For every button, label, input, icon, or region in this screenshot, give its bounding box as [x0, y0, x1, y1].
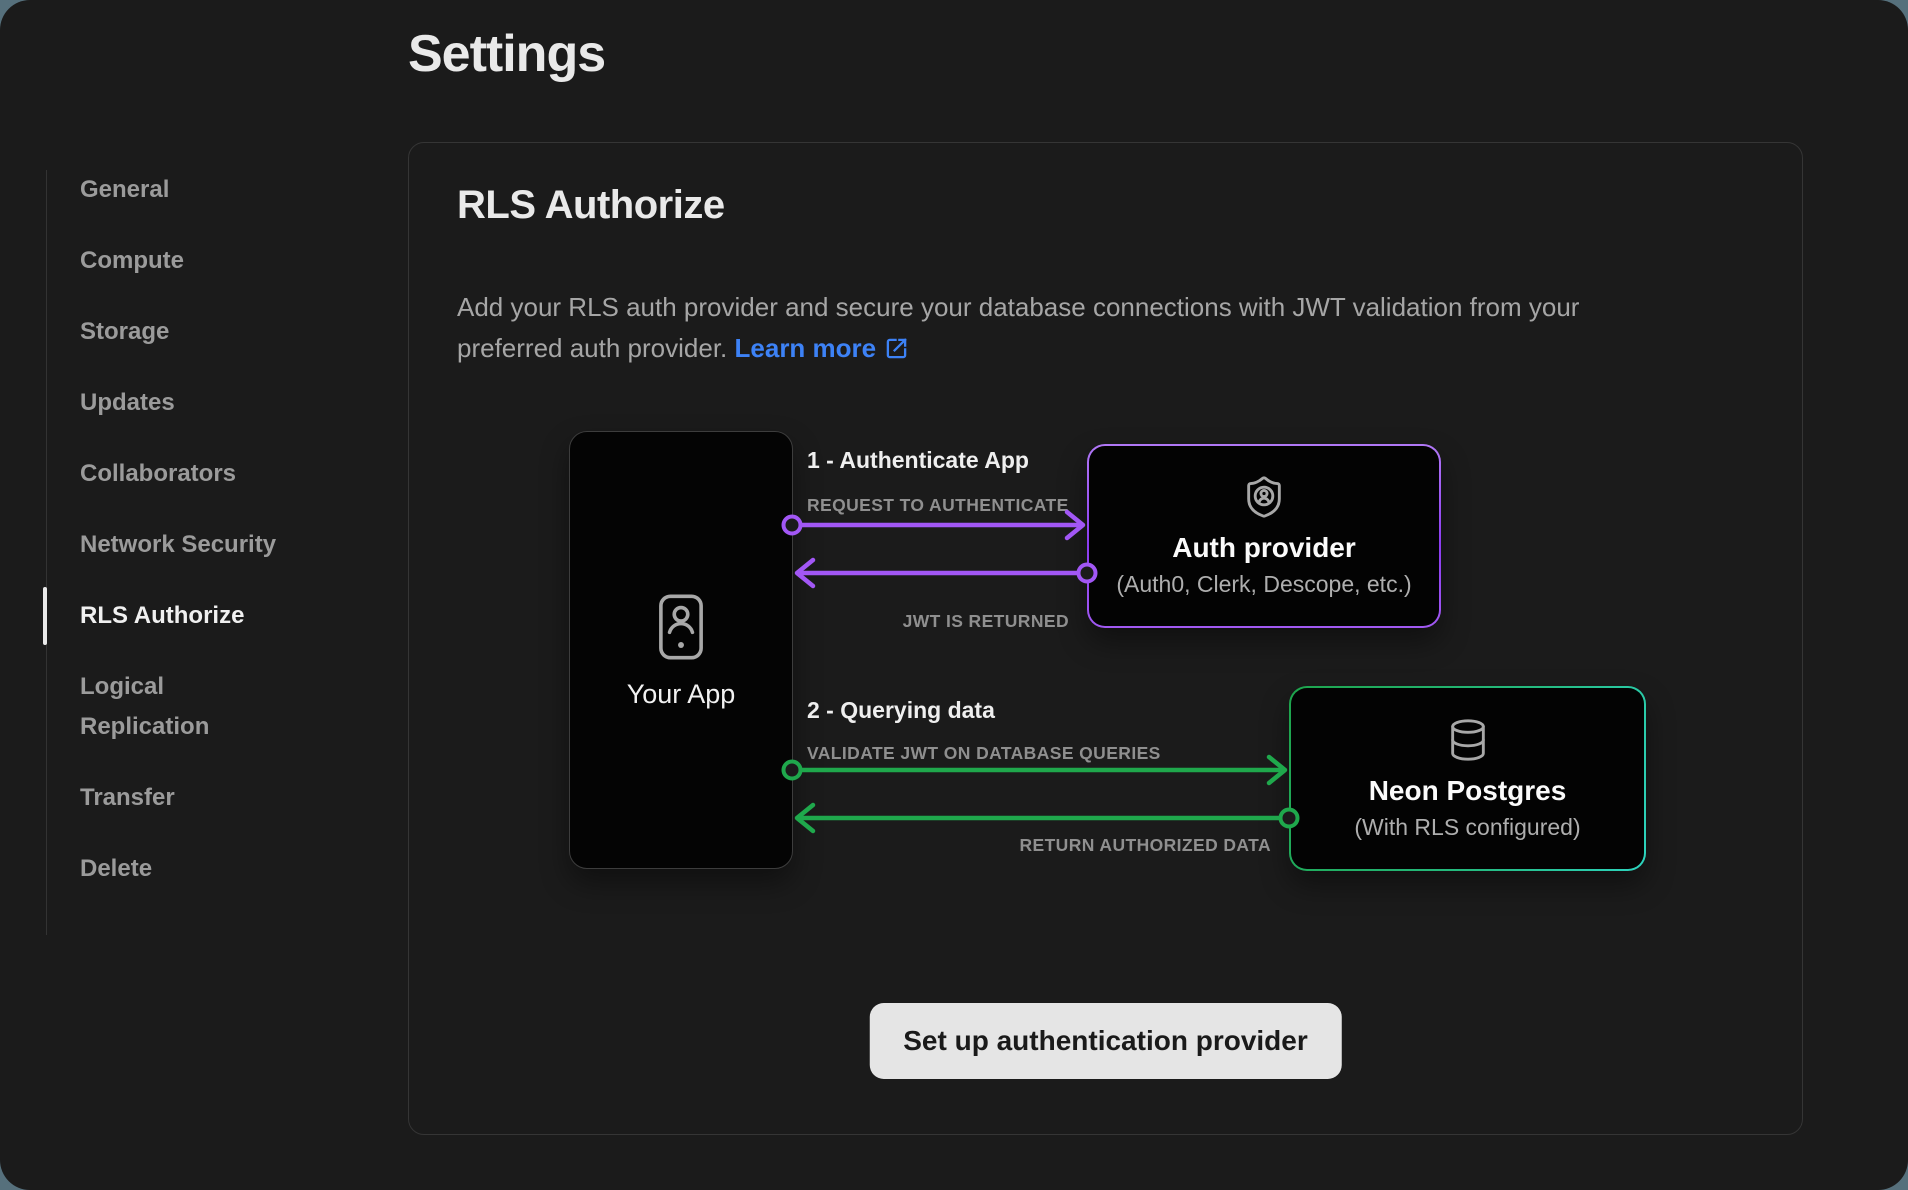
sidebar-item-compute[interactable]: Compute [80, 241, 298, 281]
setup-auth-provider-button[interactable]: Set up authentication provider [869, 1003, 1341, 1079]
card-description: Add your RLS auth provider and secure yo… [457, 287, 1579, 369]
smartphone-user-icon [655, 591, 707, 663]
neon-postgres-title: Neon Postgres [1369, 775, 1567, 807]
page-title: Settings [408, 24, 605, 84]
flow2-request-label: VALIDATE JWT ON DATABASE QUERIES [807, 743, 1161, 764]
sidebar-item-transfer[interactable]: Transfer [80, 778, 298, 818]
settings-panel: Settings General Compute Storage Updates… [0, 0, 1908, 1190]
flow2-return-arrow [797, 805, 1298, 831]
auth-provider-subtitle: (Auth0, Clerk, Descope, etc.) [1116, 571, 1411, 598]
auth-provider-title: Auth provider [1172, 532, 1356, 564]
learn-more-label: Learn more [735, 333, 877, 363]
flow2-return-label: RETURN AUTHORIZED DATA [1019, 835, 1271, 856]
flow1-return-label: JWT IS RETURNED [903, 611, 1069, 632]
settings-sidebar: General Compute Storage Updates Collabor… [46, 170, 326, 935]
auth-provider-node: Auth provider (Auth0, Clerk, Descope, et… [1087, 444, 1441, 628]
card-heading: RLS Authorize [457, 183, 725, 228]
sidebar-item-storage[interactable]: Storage [80, 312, 298, 352]
learn-more-link[interactable]: Learn more [735, 333, 909, 363]
screen: Settings General Compute Storage Updates… [0, 0, 1908, 1190]
sidebar-item-general[interactable]: General [80, 170, 298, 210]
flow1-return-arrow [797, 560, 1096, 586]
external-link-icon [885, 337, 908, 360]
description-line-1: Add your RLS auth provider and secure yo… [457, 292, 1579, 322]
your-app-node: Your App [569, 431, 793, 869]
shield-user-icon [1241, 474, 1287, 520]
description-line-2: preferred auth provider. [457, 333, 727, 363]
flow2-title: 2 - Querying data [807, 697, 995, 724]
neon-postgres-subtitle: (With RLS configured) [1354, 814, 1580, 841]
sidebar-item-logical-replication[interactable]: Logical Replication [80, 667, 298, 747]
sidebar-item-delete[interactable]: Delete [80, 849, 298, 889]
sidebar-item-updates[interactable]: Updates [80, 383, 298, 423]
neon-postgres-node: Neon Postgres (With RLS configured) [1289, 686, 1646, 871]
sidebar-item-network-security[interactable]: Network Security [80, 525, 298, 565]
rls-authorize-card: RLS Authorize Add your RLS auth provider… [408, 142, 1803, 1135]
sidebar-item-rls-authorize[interactable]: RLS Authorize [80, 596, 298, 636]
flow1-request-label: REQUEST TO AUTHENTICATE [807, 495, 1069, 516]
database-icon [1445, 717, 1491, 763]
sidebar-item-collaborators[interactable]: Collaborators [80, 454, 298, 494]
flow1-title: 1 - Authenticate App [807, 447, 1029, 474]
your-app-label: Your App [627, 679, 736, 710]
